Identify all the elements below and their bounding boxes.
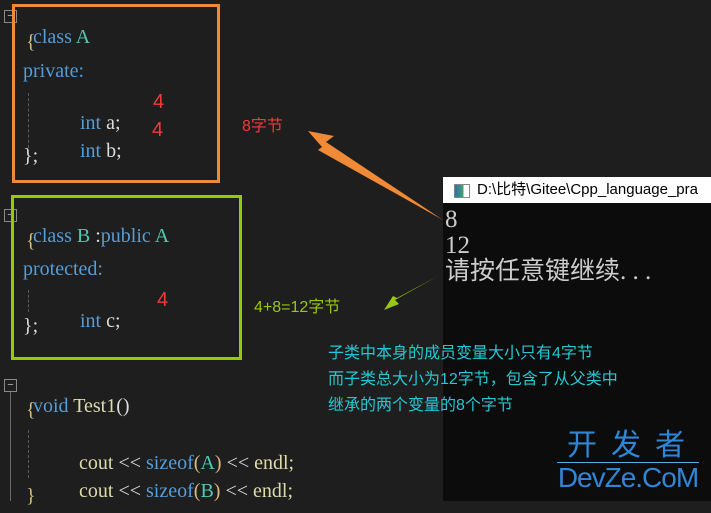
paren: ) — [213, 480, 221, 502]
explanation-line: 子类中本身的成员变量大小只有4字节 — [328, 345, 593, 362]
console-line-press-any-key: 请按任意键继续. . . — [445, 258, 652, 285]
arrow-to-class-a-label — [308, 131, 443, 220]
annotation-class-b-size: 4+8=12字节 — [254, 299, 341, 316]
sizeof-arg: B — [200, 480, 214, 502]
watermark-bottom: DevZe.CoM — [557, 462, 699, 493]
test1-header: void Test1() — [23, 372, 130, 417]
console-line-sizeof-b: 12 — [445, 232, 470, 259]
console-output: 8 12 请按任意键继续. . . — [445, 207, 651, 285]
function-name: Test1 — [73, 395, 117, 417]
explanation-line: 而子类总大小为12字节，包含了从父类中 — [328, 371, 618, 388]
annotation-class-a-size: 8字节 — [242, 118, 283, 135]
stream-op: << — [118, 480, 141, 502]
statement-sizeof-b: cout << sizeof(B) << endl; — [69, 457, 293, 502]
fold-toggle-test1[interactable]: − — [4, 379, 17, 392]
watermark-top: 开发者 — [567, 429, 699, 462]
class-a-highlight-box — [12, 4, 220, 183]
console-app-icon — [454, 184, 470, 198]
cout: cout — [79, 480, 114, 502]
keyword-void: void — [33, 395, 69, 417]
console-title: D:\比特\Gitee\Cpp_language_pra — [477, 181, 698, 198]
test1-close-brace: } — [26, 485, 36, 507]
function-parens: () — [116, 395, 130, 417]
class-b-highlight-box — [11, 195, 242, 360]
console-title-bar[interactable]: D:\比特\Gitee\Cpp_language_pra — [443, 177, 711, 203]
arrow-to-class-b-label — [384, 276, 438, 310]
endl: endl; — [253, 480, 294, 502]
stream-op: << — [225, 480, 249, 502]
console-line-sizeof-a: 8 — [445, 206, 458, 233]
sizeof-keyword: sizeof — [146, 480, 194, 502]
statement-sizeof-a: cout << sizeof(A) << endl; — [69, 429, 294, 474]
explanation-line: 继承的两个变量的8个字节 — [328, 397, 513, 414]
test1-open-brace: { — [26, 399, 36, 421]
indent-guide — [28, 430, 29, 478]
watermark-logo: 开发者 DevZe.CoM — [553, 430, 703, 493]
fold-range-line — [10, 392, 11, 501]
explanation-note: 子类中本身的成员变量大小只有4字节而子类总大小为12字节，包含了从父类中 继承的两… — [328, 341, 618, 419]
